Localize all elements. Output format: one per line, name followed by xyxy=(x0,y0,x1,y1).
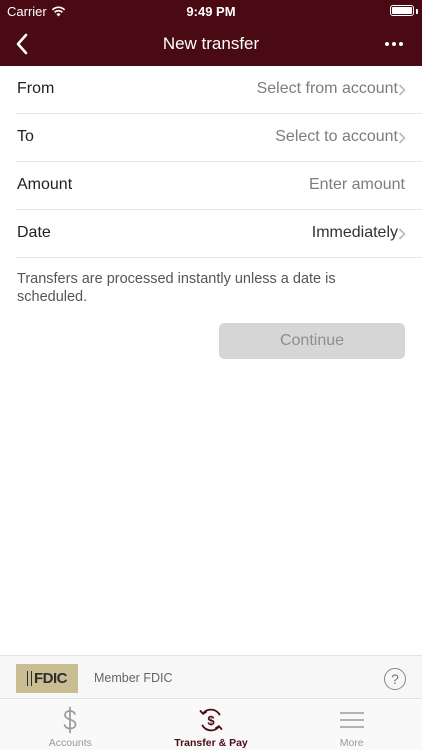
member-fdic-text: Member FDIC xyxy=(94,671,173,685)
tab-more[interactable]: More xyxy=(281,700,422,750)
transfer-form: From Select from account To Select to ac… xyxy=(0,66,422,258)
ellipsis-icon xyxy=(385,42,389,46)
chevron-right-icon xyxy=(398,84,406,96)
battery-icon xyxy=(390,5,414,16)
from-account-row[interactable]: From Select from account xyxy=(16,66,422,114)
continue-button[interactable]: Continue xyxy=(219,323,405,359)
date-label: Date xyxy=(17,224,51,241)
menu-icon xyxy=(281,706,422,734)
tab-transfer-pay[interactable]: $ Transfer & Pay xyxy=(141,700,282,750)
app-header: Carrier 9:49 PM New transfer xyxy=(0,0,422,66)
chevron-right-icon xyxy=(398,228,406,240)
tab-more-label: More xyxy=(339,737,364,749)
to-label: To xyxy=(17,128,34,145)
fdic-logo-text: FDIC xyxy=(34,670,68,687)
date-row[interactable]: Date Immediately xyxy=(16,210,422,258)
date-value: Immediately xyxy=(311,224,398,241)
fdic-logo: FDIC xyxy=(16,664,78,693)
page-title: New transfer xyxy=(162,34,260,53)
battery-tip xyxy=(416,9,418,14)
navigation-bar: New transfer xyxy=(0,22,422,66)
tab-accounts[interactable]: Accounts xyxy=(0,700,141,750)
amount-input[interactable]: Enter amount xyxy=(309,176,405,194)
svg-text:$: $ xyxy=(207,713,215,728)
to-account-row[interactable]: To Select to account xyxy=(16,114,422,162)
transfer-dollar-icon: $ xyxy=(141,706,282,734)
to-account-value: Select to account xyxy=(275,128,398,145)
amount-label: Amount xyxy=(17,176,73,193)
tab-bar: Accounts $ Transfer & Pay More xyxy=(0,700,422,750)
dollar-icon xyxy=(0,706,141,734)
chevron-right-icon xyxy=(398,132,406,144)
tab-transfer-pay-label: Transfer & Pay xyxy=(174,737,248,749)
status-time: 9:49 PM xyxy=(186,4,236,19)
transfer-note: Transfers are processed instantly unless… xyxy=(17,271,336,305)
question-circle-icon[interactable]: ? xyxy=(384,668,406,690)
from-account-value: Select from account xyxy=(256,80,398,97)
more-options-button[interactable] xyxy=(380,30,408,58)
amount-row[interactable]: Amount Enter amount xyxy=(16,162,422,210)
from-label: From xyxy=(17,80,55,97)
status-bar: Carrier 9:49 PM xyxy=(0,0,422,22)
fdic-footer: FDIC Member FDIC ? xyxy=(0,655,422,699)
tab-accounts-label: Accounts xyxy=(48,737,92,749)
